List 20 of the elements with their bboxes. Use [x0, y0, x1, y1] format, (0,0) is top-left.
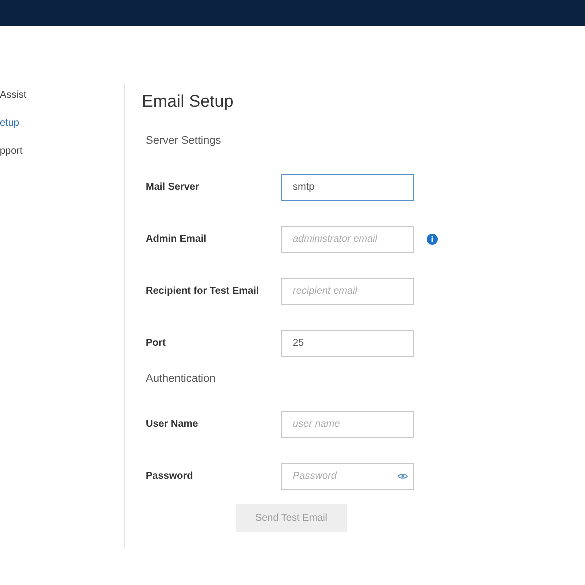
eye-icon[interactable]	[398, 473, 408, 480]
field-label: Mail Server	[146, 180, 200, 194]
field-label: Admin Email	[146, 232, 208, 246]
input-field[interactable]: smtp	[281, 174, 414, 200]
field-label: Password	[146, 470, 194, 484]
input-field[interactable]: 25	[281, 330, 414, 356]
input-field[interactable]: recipient email	[281, 278, 414, 304]
password-field[interactable]: Password	[281, 463, 414, 490]
info-icon[interactable]	[427, 234, 438, 244]
field-label: Port	[146, 336, 167, 350]
page-title: Email Setup	[142, 91, 234, 113]
sidebar-item[interactable]: etup	[0, 115, 20, 133]
field-label: Recipient for Test Email	[146, 284, 260, 298]
section-title: Authentication	[146, 372, 216, 386]
input-field[interactable]: administrator email	[281, 226, 414, 252]
section-title: Server Settings	[146, 134, 222, 149]
field-label: User Name	[146, 418, 200, 432]
sidebar-item[interactable]: pport	[0, 143, 23, 161]
sidebar-item[interactable]: Assist	[0, 87, 27, 105]
input-field[interactable]: user name	[281, 411, 414, 438]
